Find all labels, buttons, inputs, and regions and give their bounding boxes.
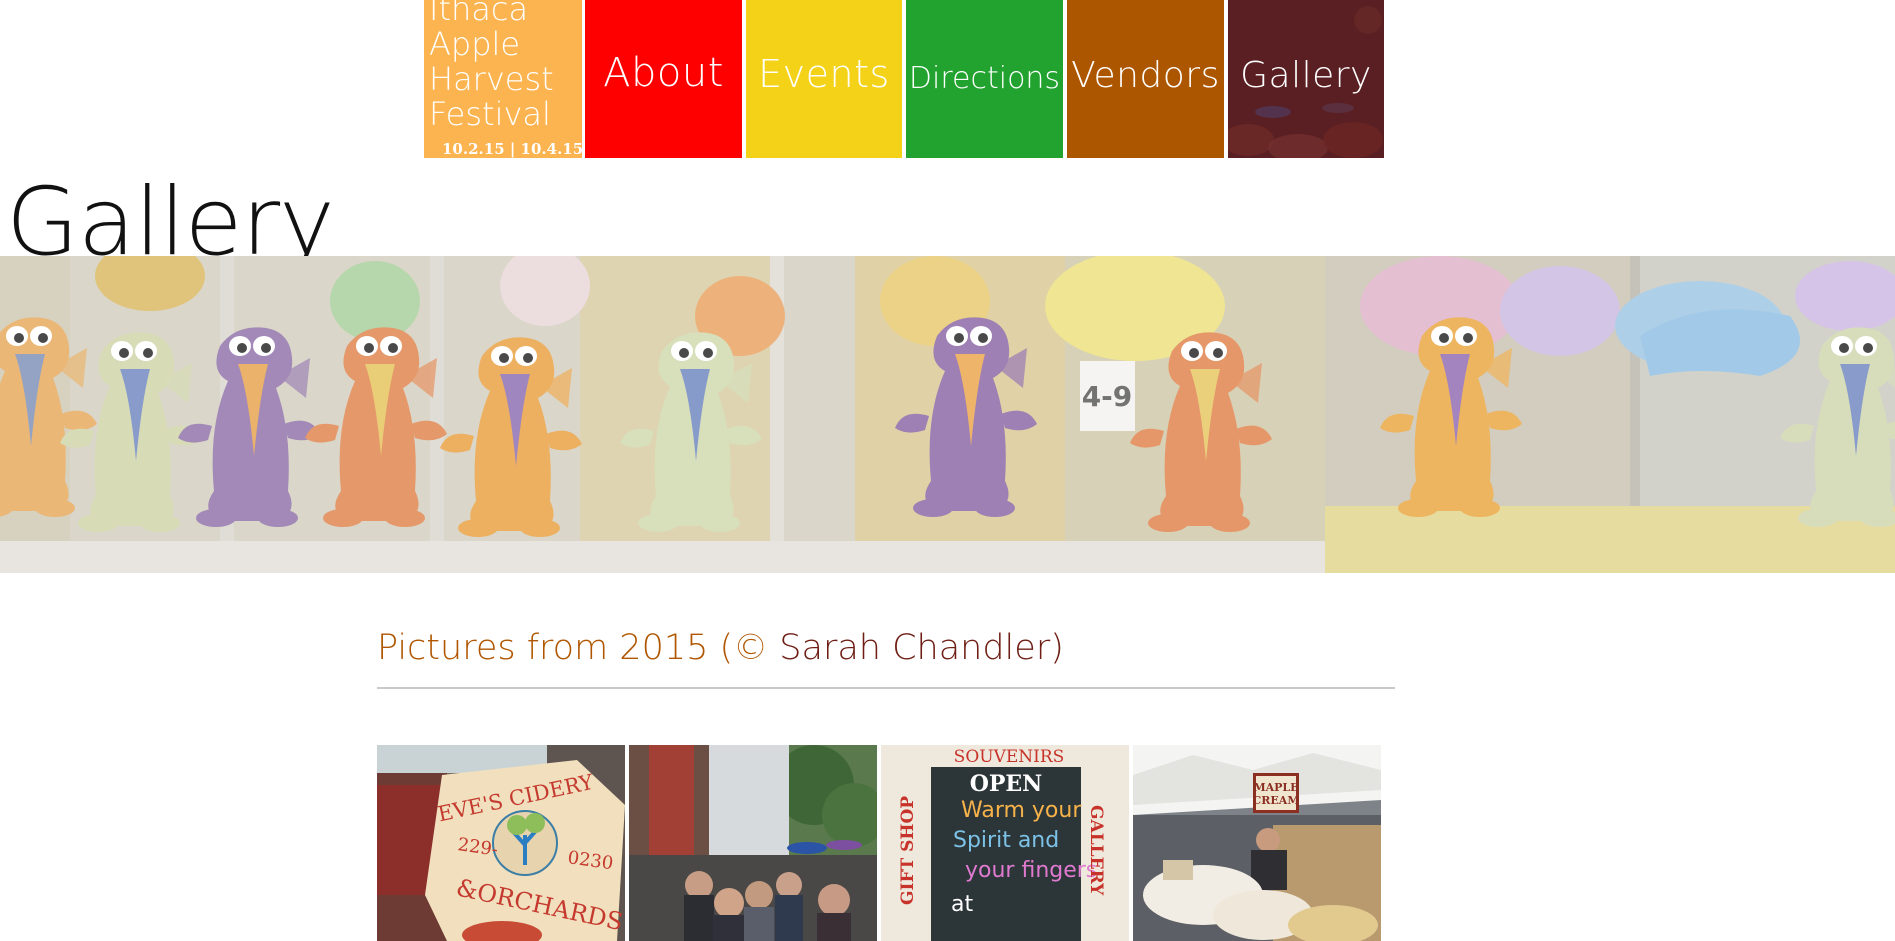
maple-sign-line1: MAPLE	[1253, 781, 1298, 794]
nav-item-label: Vendors	[1071, 55, 1220, 96]
chalkboard-photo: SOUVENIRS OPEN Warm your Spirit and your…	[881, 745, 1129, 941]
festival-name-line: Harvest	[429, 60, 554, 98]
chalkboard-line2: Spirit and	[953, 828, 1059, 853]
nav-item-directions[interactable]: Directions	[906, 0, 1063, 158]
festival-name-line: Festival	[429, 95, 551, 133]
gallery-thumb-maple-tent[interactable]: MAPLE CREAM	[1133, 745, 1381, 941]
gallery-banner-image: 4-9	[0, 256, 1895, 573]
nav-item-gallery[interactable]: Gallery	[1228, 0, 1384, 158]
section-heading-text: Pictures from 2015 (©	[377, 628, 780, 668]
brand-logo-tile[interactable]: Ithaca Apple Harvest Festival 10.2.15 | …	[424, 0, 582, 158]
gallery-thumb-cidery-sign[interactable]: EVE'S CIDERY 229- 0230 &ORCHARDS	[377, 745, 625, 941]
nav-item-label: Events	[758, 52, 890, 96]
nav-item-label: Gallery	[1240, 55, 1372, 96]
nav-item-about[interactable]: About	[585, 0, 742, 158]
festival-name-line: Apple	[429, 25, 521, 63]
cidery-sign-photo: EVE'S CIDERY 229- 0230 &ORCHARDS	[377, 745, 625, 941]
section-heading: Pictures from 2015 (© Sarah Chandler)	[377, 628, 1064, 668]
chalkboard-line1: Warm your	[961, 798, 1082, 823]
chalkboard-line4: at	[951, 892, 973, 917]
nav-item-vendors[interactable]: Vendors	[1067, 0, 1224, 158]
festival-name: Ithaca Apple Harvest Festival	[429, 0, 579, 132]
photographer-credit: Sarah Chandler)	[779, 628, 1064, 668]
chalkboard-right-side: GALLERY	[1086, 805, 1106, 896]
street-crowd-photo	[629, 745, 877, 941]
festival-dates: 10.2.15 | 10.4.15	[442, 140, 582, 158]
nav-item-label: About	[603, 50, 724, 96]
gallery-thumb-chalkboard[interactable]: SOUVENIRS OPEN Warm your Spirit and your…	[881, 745, 1129, 941]
chalkboard-left-side: GIFT SHOP	[898, 796, 918, 905]
chalkboard-line3: your fingers	[965, 858, 1097, 883]
nav-item-events[interactable]: Events	[746, 0, 902, 158]
nav-item-label: Directions	[908, 61, 1061, 96]
festival-name-line: Ithaca	[429, 0, 529, 28]
chalkboard-souvenirs: SOUVENIRS	[954, 747, 1065, 767]
maple-sign-line2: CREAM	[1253, 794, 1300, 807]
section-divider	[377, 687, 1395, 689]
maple-tent-photo: MAPLE CREAM	[1133, 745, 1381, 941]
chalkboard-open: OPEN	[970, 771, 1043, 797]
gallery-thumb-street-crowd[interactable]	[629, 745, 877, 941]
